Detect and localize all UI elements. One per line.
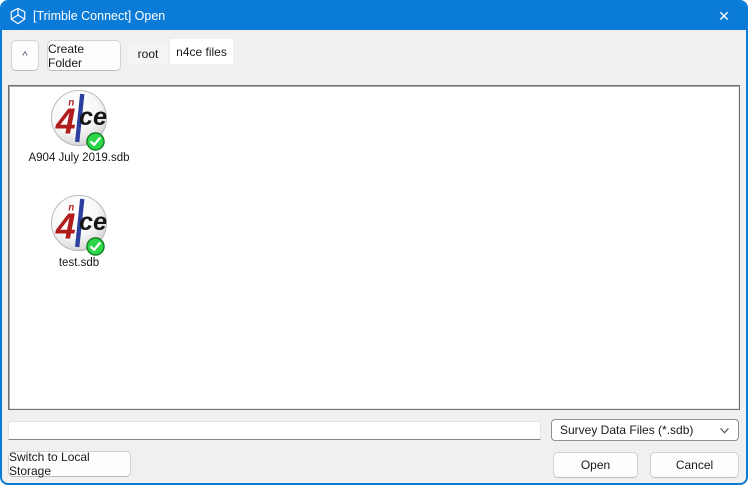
file-list[interactable]: n 4 ce A904 July 2019.sdb n 4 ce test.sd… [8,85,740,410]
filename-input[interactable] [8,421,541,440]
file-name-label: test.sdb [58,257,100,269]
file-name-label: A904 July 2019.sdb [28,152,130,164]
open-button[interactable]: Open [553,452,638,478]
svg-text:4: 4 [55,206,76,246]
create-folder-button[interactable]: Create Folder [47,40,121,71]
titlebar: [Trimble Connect] Open ✕ [2,2,746,30]
file-type-selected-value: Survey Data Files (*.sdb) [560,423,694,437]
switch-to-local-storage-button[interactable]: Switch to Local Storage [8,450,131,478]
file-type-select[interactable]: Survey Data Files (*.sdb) [551,419,739,441]
up-one-level-button[interactable]: ^ [11,40,39,71]
trimble-connect-logo-icon [10,7,26,25]
file-item[interactable]: n 4 ce test.sdb [15,194,143,269]
trimble-connect-open-dialog: [Trimble Connect] Open ✕ ^ Create Folder… [0,0,748,485]
close-icon[interactable]: ✕ [702,2,746,30]
svg-text:ce: ce [79,208,107,236]
svg-text:ce: ce [79,103,107,131]
green-check-badge-icon [86,237,105,256]
file-item[interactable]: n 4 ce A904 July 2019.sdb [15,89,143,164]
cancel-button[interactable]: Cancel [650,452,739,478]
green-check-badge-icon [86,132,105,151]
window-title: [Trimble Connect] Open [33,9,166,23]
breadcrumb-root[interactable]: root [128,43,168,64]
breadcrumb-current-folder[interactable]: n4ce files [170,39,233,64]
svg-text:4: 4 [55,101,76,141]
chevron-down-icon [720,427,729,433]
